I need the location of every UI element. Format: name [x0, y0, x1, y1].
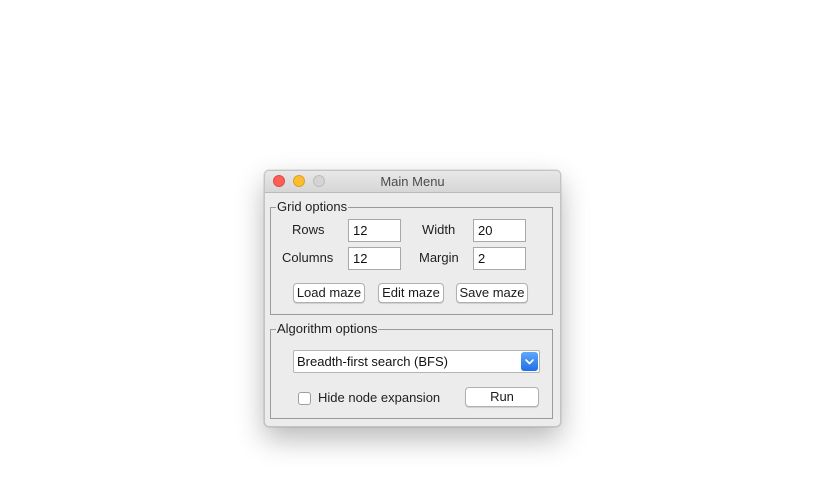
algorithm-options-group: Algorithm options Breadth-first search (…	[270, 321, 553, 419]
grid-options-legend: Grid options	[276, 199, 349, 215]
title-bar[interactable]: Main Menu	[265, 171, 560, 193]
hide-node-expansion-label[interactable]: Hide node expansion	[318, 390, 440, 406]
width-field[interactable]: 20	[473, 219, 526, 242]
columns-field[interactable]: 12	[348, 247, 401, 270]
run-button[interactable]: Run	[465, 387, 539, 407]
width-label: Width	[422, 222, 456, 237]
rows-field[interactable]: 12	[348, 219, 401, 242]
columns-label: Columns	[282, 250, 334, 265]
chevron-down-icon[interactable]	[521, 352, 538, 371]
algorithm-select[interactable]: Breadth-first search (BFS)	[293, 350, 540, 373]
grid-options-group: Grid options Rows 12 Width 20 Columns 12…	[270, 199, 553, 315]
rows-label: Rows	[292, 222, 325, 237]
algorithm-select-value: Breadth-first search (BFS)	[297, 354, 448, 369]
save-maze-button[interactable]: Save maze	[456, 283, 528, 303]
algorithm-options-legend: Algorithm options	[276, 321, 379, 337]
edit-maze-button[interactable]: Edit maze	[378, 283, 444, 303]
hide-node-expansion-checkbox[interactable]	[298, 392, 311, 405]
window-title: Main Menu	[380, 174, 445, 189]
margin-field[interactable]: 2	[473, 247, 526, 270]
margin-label: Margin	[419, 250, 459, 265]
main-menu-window: Main Menu Grid options Rows 12 Width 20 …	[264, 170, 561, 427]
load-maze-button[interactable]: Load maze	[293, 283, 365, 303]
